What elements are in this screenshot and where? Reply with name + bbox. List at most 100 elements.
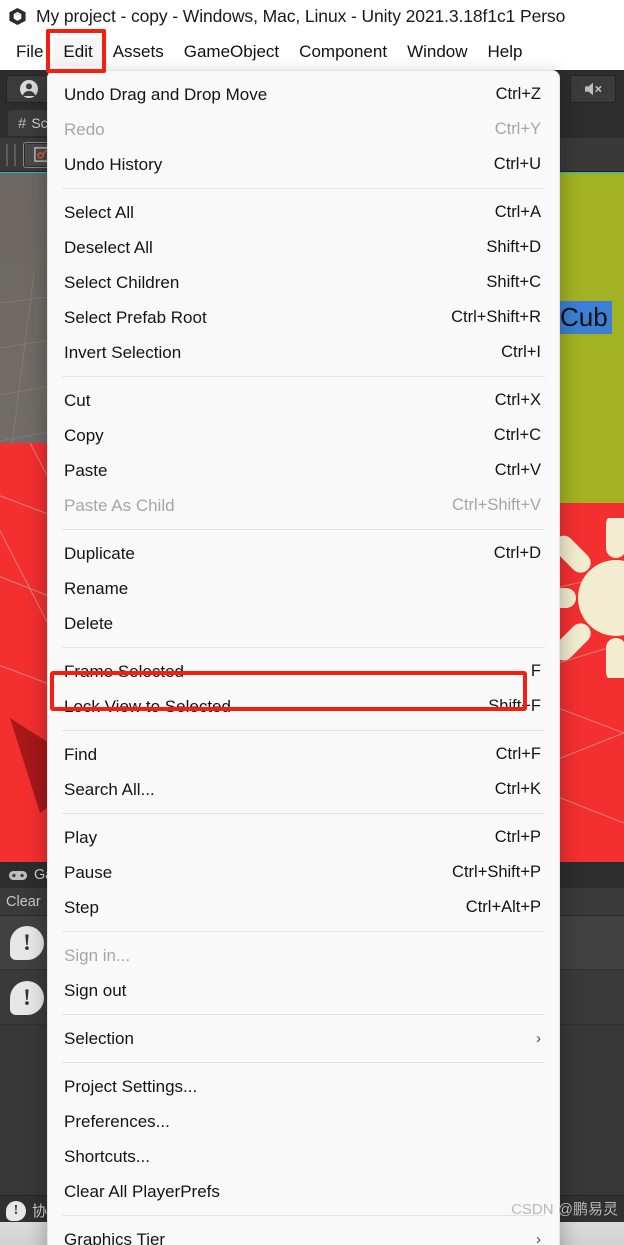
menu-item-clear-all-playerprefs[interactable]: Clear All PlayerPrefs <box>48 1174 559 1209</box>
menu-item-step[interactable]: Step Ctrl+Alt+P <box>48 890 559 925</box>
menu-item-shortcut: Shift+F <box>488 697 541 715</box>
menu-separator <box>62 730 545 731</box>
menu-item-delete[interactable]: Delete <box>48 606 559 641</box>
menu-item-shortcut: Ctrl+A <box>494 203 541 221</box>
menu-assets[interactable]: Assets <box>103 38 174 66</box>
menu-edit[interactable]: Edit <box>53 37 103 66</box>
menu-item-shortcut: Ctrl+Shift+P <box>452 863 541 881</box>
menu-item-shortcut: Ctrl+Y <box>494 120 541 138</box>
account-icon[interactable] <box>6 75 52 103</box>
menu-item-shortcut: Ctrl+D <box>493 544 541 562</box>
selected-object-label: Cub <box>556 301 612 334</box>
menu-item-paste[interactable]: Paste Ctrl+V <box>48 453 559 488</box>
menu-item-undo-drag-and-drop-move[interactable]: Undo Drag and Drop Move Ctrl+Z <box>48 77 559 112</box>
menu-item-find[interactable]: Find Ctrl+F <box>48 737 559 772</box>
menu-item-project-settings[interactable]: Project Settings... <box>48 1069 559 1104</box>
menu-separator <box>62 813 545 814</box>
menu-item-shortcut: Ctrl+C <box>493 426 541 444</box>
menu-item-label: Duplicate <box>64 543 135 563</box>
menu-item-shortcut: Shift+D <box>486 238 541 256</box>
menu-item-deselect-all[interactable]: Deselect All Shift+D <box>48 230 559 265</box>
menu-item-rename[interactable]: Rename <box>48 571 559 606</box>
warning-icon: ! <box>10 980 44 1015</box>
edit-dropdown-menu[interactable]: Undo Drag and Drop Move Ctrl+Z Redo Ctrl+Y U… <box>47 70 560 1245</box>
menu-item-select-all[interactable]: Select All Ctrl+A <box>48 195 559 230</box>
menu-item-label: Step <box>64 897 99 917</box>
menu-item-label: Undo History <box>64 154 163 174</box>
menu-item-shortcut: Ctrl+F <box>495 745 541 763</box>
menu-separator <box>62 188 545 189</box>
menu-item-selection[interactable]: Selection › <box>48 1021 559 1056</box>
chevron-right-icon: › <box>536 1231 541 1245</box>
menu-item-label: Frame Selected <box>64 661 184 681</box>
menu-item-label: Paste <box>64 460 108 480</box>
menu-item-shortcut: F <box>530 662 541 680</box>
menu-item-invert-selection[interactable]: Invert Selection Ctrl+I <box>48 335 559 370</box>
menu-item-shortcut: Ctrl+I <box>501 343 541 361</box>
menu-separator <box>62 529 545 530</box>
menu-item-label: Invert Selection <box>64 342 182 362</box>
menu-item-shortcut: Ctrl+K <box>494 780 541 798</box>
menu-separator <box>62 1062 545 1063</box>
menu-item-label: Graphics Tier <box>64 1229 166 1245</box>
menu-item-label: Preferences... <box>64 1111 170 1131</box>
menu-item-label: Shortcuts... <box>64 1146 150 1166</box>
menu-item-label: Select Prefab Root <box>64 307 207 327</box>
menu-item-sign-out[interactable]: Sign out <box>48 973 559 1008</box>
menu-item-graphics-tier[interactable]: Graphics Tier › <box>48 1222 559 1245</box>
menu-item-select-prefab-root[interactable]: Select Prefab Root Ctrl+Shift+R <box>48 300 559 335</box>
menu-item-frame-selected[interactable]: Frame Selected F <box>48 654 559 689</box>
menu-window[interactable]: Window <box>397 38 477 66</box>
menu-separator <box>62 1215 545 1216</box>
warning-icon: ! <box>6 1200 26 1221</box>
menu-item-lock-view-to-selected[interactable]: Lock View to Selected Shift+F <box>48 689 559 724</box>
unity-logo-icon <box>8 7 27 26</box>
menu-help[interactable]: Help <box>478 38 533 66</box>
menu-separator <box>62 376 545 377</box>
menu-item-cut[interactable]: Cut Ctrl+X <box>48 383 559 418</box>
menu-separator <box>62 931 545 932</box>
menu-item-label: Delete <box>64 613 114 633</box>
menu-gameobject[interactable]: GameObject <box>174 38 289 66</box>
menu-item-label: Select Children <box>64 272 180 292</box>
menu-item-shortcut: Ctrl+U <box>493 155 541 173</box>
menu-item-undo-history[interactable]: Undo History Ctrl+U <box>48 147 559 182</box>
menu-file[interactable]: File <box>6 38 53 66</box>
menu-item-preferences[interactable]: Preferences... <box>48 1104 559 1139</box>
menu-item-play[interactable]: Play Ctrl+P <box>48 820 559 855</box>
window-title-text: My project - copy - Windows, Mac, Linux … <box>36 6 566 26</box>
menu-item-shortcut: Ctrl+Shift+V <box>452 496 541 514</box>
menu-item-shortcut: Ctrl+Alt+P <box>465 898 541 916</box>
menu-item-label: Deselect All <box>64 237 153 257</box>
menu-item-shortcut: Ctrl+V <box>494 461 541 479</box>
main-menu-bar: File Edit Assets GameObject Component Wi… <box>0 33 624 70</box>
menu-item-sign-in: Sign in... <box>48 938 559 973</box>
menu-item-label: Project Settings... <box>64 1076 198 1096</box>
menu-item-search-all[interactable]: Search All... Ctrl+K <box>48 772 559 807</box>
hash-icon: # <box>18 114 27 132</box>
menu-separator <box>62 647 545 648</box>
menu-item-label: Play <box>64 827 98 847</box>
menu-item-label: Rename <box>64 578 129 598</box>
menu-item-copy[interactable]: Copy Ctrl+C <box>48 418 559 453</box>
menu-item-pause[interactable]: Pause Ctrl+Shift+P <box>48 855 559 890</box>
menu-item-shortcuts[interactable]: Shortcuts... <box>48 1139 559 1174</box>
menu-item-shortcut: Ctrl+X <box>494 391 541 409</box>
menu-item-label: Search All... <box>64 779 155 799</box>
unity-editor-window: # Sc Cub Ga Clear ! ! ! My project - cop… <box>0 0 624 1245</box>
watermark-text: CSDN @鹏易灵 <box>511 1201 618 1218</box>
menu-item-duplicate[interactable]: Duplicate Ctrl+D <box>48 536 559 571</box>
menu-item-label: Lock View to Selected <box>64 696 231 716</box>
menu-item-label: Pause <box>64 862 113 882</box>
menu-item-paste-as-child: Paste As Child Ctrl+Shift+V <box>48 488 559 523</box>
menu-component[interactable]: Component <box>289 38 397 66</box>
window-title-bar: My project - copy - Windows, Mac, Linux … <box>0 0 624 33</box>
menu-item-label: Selection <box>64 1028 134 1048</box>
clear-button[interactable]: Clear <box>6 894 41 910</box>
menu-item-shortcut: Ctrl+P <box>494 828 541 846</box>
menu-item-select-children[interactable]: Select Children Shift+C <box>48 265 559 300</box>
menu-item-label: Copy <box>64 425 104 445</box>
menu-item-shortcut: Ctrl+Shift+R <box>451 308 541 326</box>
mute-audio-icon[interactable] <box>570 75 616 103</box>
panel-drag-handle[interactable] <box>6 143 16 166</box>
